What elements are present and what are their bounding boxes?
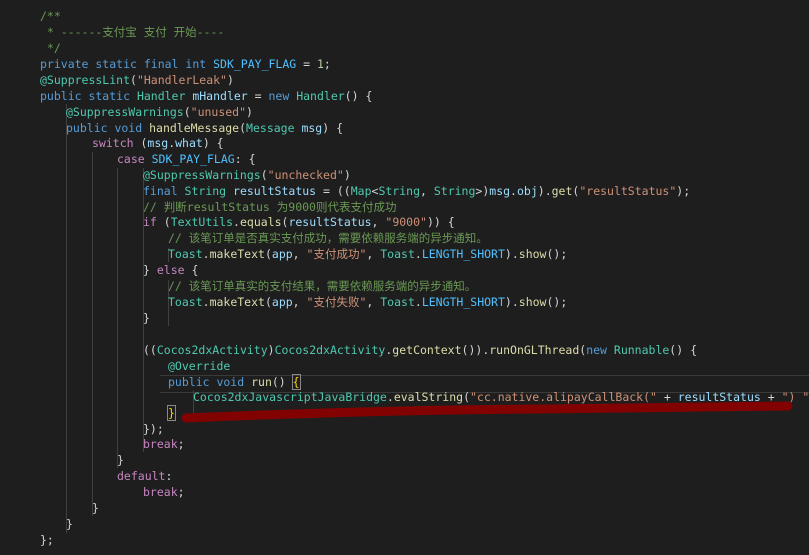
red-underline-annotation bbox=[181, 401, 793, 423]
code-editor[interactable]: /** * ------支付宝 支付 开始---- */private stat… bbox=[0, 0, 809, 555]
